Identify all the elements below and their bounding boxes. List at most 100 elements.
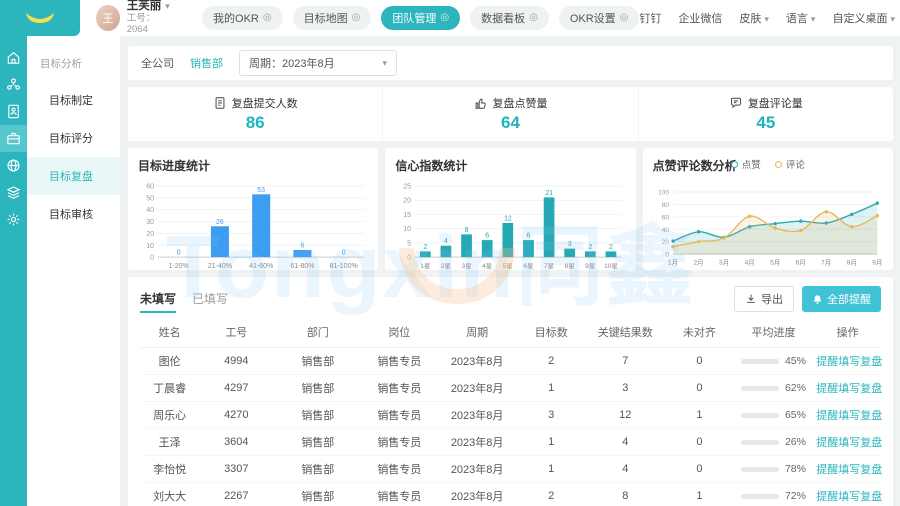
export-label: 导出 <box>761 291 783 307</box>
cell-krs: 7 <box>585 348 667 375</box>
cell-id: 4297 <box>199 375 273 402</box>
cell-goals: 3 <box>518 402 585 429</box>
nav-pill-2[interactable]: 团队管理◎ <box>381 6 460 30</box>
sidebar-title: 目标分析 <box>27 56 120 71</box>
cell-goals: 2 <box>518 483 585 506</box>
layers-icon <box>5 184 22 201</box>
svg-text:5星: 5星 <box>503 262 514 270</box>
main-content: 全公司销售部 周期：2023年8月 ▾ 复盘提交人数 86 复盘点赞量 64 复… <box>121 36 900 506</box>
rail-item-workbench[interactable] <box>0 125 27 152</box>
filter-tab-1[interactable]: 销售部 <box>190 58 223 70</box>
rail-item-member-doc[interactable] <box>0 98 27 125</box>
nav-pill-3[interactable]: 数据看板◎ <box>470 6 549 30</box>
cell-krs: 4 <box>585 456 667 483</box>
header-menu-3[interactable]: 语言▾ <box>786 10 816 26</box>
svg-text:20: 20 <box>661 239 669 246</box>
cell-name: 图伦 <box>140 348 199 375</box>
svg-text:5: 5 <box>407 240 411 247</box>
svg-text:100: 100 <box>658 190 669 197</box>
progress-bar <box>741 386 779 391</box>
sidebar-item-3[interactable]: 目标审核 <box>27 195 120 233</box>
table-row: 李怡悦3307销售部销售专员2023年8月14078%提醒填写复盘 <box>140 456 881 483</box>
cell-role: 销售专员 <box>362 375 436 402</box>
sidebar-item-0[interactable]: 目标制定 <box>27 81 120 119</box>
table-tab-1[interactable]: 已填写 <box>192 292 228 311</box>
rail-item-explore[interactable] <box>0 152 27 179</box>
remind-fill-link[interactable]: 提醒填写复盘 <box>816 410 882 422</box>
nav-pill-1[interactable]: 目标地图◎ <box>293 6 372 30</box>
rail-item-layers[interactable] <box>0 179 27 206</box>
avatar[interactable]: 王 <box>96 5 120 31</box>
svg-text:1星: 1星 <box>421 262 432 270</box>
cell-goals: 1 <box>518 456 585 483</box>
svg-text:10: 10 <box>146 243 154 250</box>
table-tab-0[interactable]: 未填写 <box>140 292 176 313</box>
stat-label: 复盘点赞量 <box>492 95 547 111</box>
cell-unaligned: 0 <box>666 375 733 402</box>
cell-dept: 销售部 <box>273 429 362 456</box>
remind-fill-link[interactable]: 提醒填写复盘 <box>816 464 882 476</box>
legend-item[interactable]: 评论 <box>775 157 805 171</box>
header-menu-0[interactable]: 钉钉 <box>639 10 661 26</box>
table-toolbar: 未填写已填写 导出 全部提醒 <box>140 285 881 313</box>
bell-icon <box>812 294 823 305</box>
nav-pill-label: 我的OKR <box>213 10 259 26</box>
svg-text:4星: 4星 <box>482 262 493 270</box>
header-menu-4[interactable]: 自定义桌面▾ <box>832 10 895 26</box>
cell-dept: 销售部 <box>273 456 362 483</box>
cell-name: 周乐心 <box>140 402 199 429</box>
cell-dept: 销售部 <box>273 348 362 375</box>
svg-text:1月: 1月 <box>668 259 678 267</box>
sidebar-item-1[interactable]: 目标评分 <box>27 119 120 157</box>
header-menu-1[interactable]: 企业微信 <box>678 10 722 26</box>
cell-dept: 销售部 <box>273 402 362 429</box>
user-profile[interactable]: 王 王芙丽▾ 工号：2064 <box>96 0 172 35</box>
header-menu-2[interactable]: 皮肤▾ <box>739 10 769 26</box>
brand-logo[interactable] <box>0 0 80 36</box>
filter-bar: 全公司 销售部 周期：2023年8月 ▾ <box>128 46 893 80</box>
legend-item[interactable]: 点赞 <box>731 157 761 171</box>
column-header-7: 未对齐 <box>666 317 733 348</box>
svg-text:0: 0 <box>150 255 154 262</box>
column-header-0: 姓名 <box>140 317 199 348</box>
remind-fill-link[interactable]: 提醒填写复盘 <box>816 383 882 395</box>
svg-text:10星: 10星 <box>604 262 618 270</box>
review-table-card: 未填写已填写 导出 全部提醒 <box>128 277 893 506</box>
line-chart: 0204060801001月2月3月4月5月6月7月8月9月 <box>653 186 883 266</box>
nav-pill-0[interactable]: 我的OKR ◎ <box>202 6 283 30</box>
period-select[interactable]: 周期：2023年8月 ▾ <box>239 50 397 76</box>
svg-text:3月: 3月 <box>719 259 729 267</box>
header-right-menu: 钉钉 企业微信 皮肤▾ 语言▾ 自定义桌面▾ <box>639 10 900 26</box>
stat-value: 86 <box>246 113 265 133</box>
svg-text:0: 0 <box>342 250 346 257</box>
svg-text:2月: 2月 <box>693 259 703 267</box>
remind-all-button[interactable]: 全部提醒 <box>802 286 881 312</box>
rail-item-home[interactable] <box>0 44 27 71</box>
svg-text:2: 2 <box>424 244 428 251</box>
remind-fill-link[interactable]: 提醒填写复盘 <box>816 437 882 449</box>
rail-item-settings[interactable] <box>0 206 27 233</box>
column-header-8: 平均进度 <box>733 317 815 348</box>
column-header-4: 周期 <box>436 317 518 348</box>
cell-krs: 8 <box>585 483 667 506</box>
svg-text:4: 4 <box>444 238 448 245</box>
svg-text:0: 0 <box>177 250 181 257</box>
remind-fill-link[interactable]: 提醒填写复盘 <box>816 356 882 368</box>
target-icon: ◎ <box>263 13 272 23</box>
column-header-3: 岗位 <box>362 317 436 348</box>
export-button[interactable]: 导出 <box>734 286 794 312</box>
svg-text:8月: 8月 <box>846 259 856 267</box>
table-row: 丁晨睿4297销售部销售专员2023年8月13062%提醒填写复盘 <box>140 375 881 402</box>
svg-text:6: 6 <box>300 242 304 249</box>
sidebar-item-2[interactable]: 目标复盘 <box>27 157 120 195</box>
cell-unaligned: 0 <box>666 348 733 375</box>
top-header: 王 王芙丽▾ 工号：2064 我的OKR ◎ 目标地图◎ 团队管理◎ 数据看板◎ OKR设… <box>0 0 900 36</box>
svg-text:3: 3 <box>568 241 572 248</box>
app-root: 王 王芙丽▾ 工号：2064 我的OKR ◎ 目标地图◎ 团队管理◎ 数据看板◎ OKR设… <box>0 0 900 506</box>
rail-item-team[interactable] <box>0 71 27 98</box>
svg-text:8: 8 <box>465 227 469 234</box>
svg-text:5月: 5月 <box>770 259 780 267</box>
nav-pill-4[interactable]: OKR设置◎ <box>559 6 640 30</box>
remind-fill-link[interactable]: 提醒填写复盘 <box>816 491 882 503</box>
filter-tab-0[interactable]: 全公司 <box>141 58 174 70</box>
